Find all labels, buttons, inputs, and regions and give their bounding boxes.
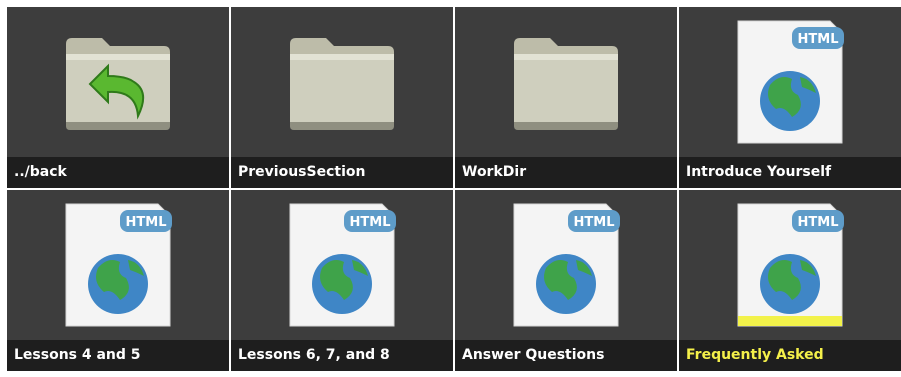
- html-file-icon: HTML: [231, 190, 453, 340]
- tile-label: Lessons 6, 7, and 8: [231, 340, 453, 371]
- html-file-icon: HTML: [679, 7, 901, 157]
- html-badge: HTML: [126, 215, 167, 230]
- tile-lessons-4-and-5[interactable]: HTML Lessons 4 and 5: [7, 190, 229, 371]
- tile-label: Frequently Asked: [679, 340, 901, 371]
- tile-back[interactable]: ../back: [7, 7, 229, 188]
- tile-workdir[interactable]: WorkDir: [455, 7, 677, 188]
- folder-icon: [231, 7, 453, 157]
- html-badge: HTML: [350, 215, 391, 230]
- file-grid: ../back PreviousSection WorkDir HTML Int…: [7, 7, 901, 377]
- folder-back-icon: [7, 7, 229, 157]
- tile-answer-questions[interactable]: HTML Answer Questions: [455, 190, 677, 371]
- highlight-bar: [738, 316, 842, 326]
- tile-label: Answer Questions: [455, 340, 677, 371]
- tile-label: ../back: [7, 157, 229, 188]
- tile-previous-section[interactable]: PreviousSection: [231, 7, 453, 188]
- html-file-icon: HTML: [455, 190, 677, 340]
- tile-label: Introduce Yourself: [679, 157, 901, 188]
- tile-frequently-asked[interactable]: HTML Frequently Asked: [679, 190, 901, 371]
- html-badge: HTML: [798, 32, 839, 47]
- folder-icon: [455, 7, 677, 157]
- html-badge: HTML: [574, 215, 615, 230]
- html-badge: HTML: [798, 215, 839, 230]
- html-file-icon: HTML: [679, 190, 901, 340]
- html-file-icon: HTML: [7, 190, 229, 340]
- tile-introduce-yourself[interactable]: HTML Introduce Yourself: [679, 7, 901, 188]
- tile-label: PreviousSection: [231, 157, 453, 188]
- tile-lessons-6-7-and-8[interactable]: HTML Lessons 6, 7, and 8: [231, 190, 453, 371]
- tile-label: Lessons 4 and 5: [7, 340, 229, 371]
- tile-label: WorkDir: [455, 157, 677, 188]
